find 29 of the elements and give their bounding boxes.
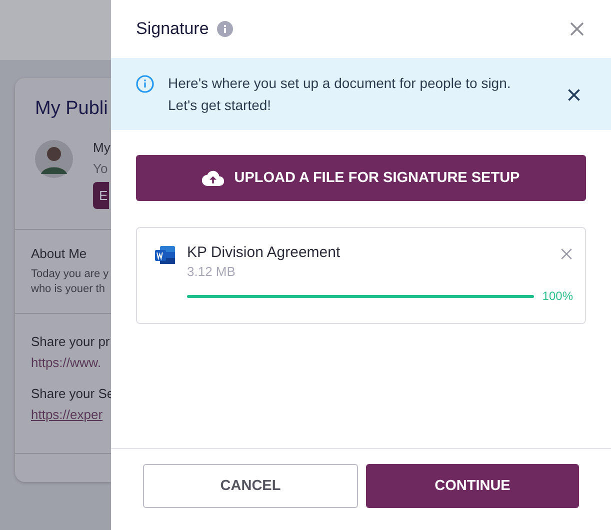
drawer-title: Signature — [136, 19, 209, 39]
cancel-button[interactable]: CANCEL — [143, 464, 358, 508]
share-label: Share your pr — [31, 334, 111, 349]
close-icon — [560, 246, 573, 262]
about-text: Today you are y — [31, 267, 110, 282]
progress-percent: 100% — [542, 289, 573, 303]
banner-text: Here's where you set up a document for people to sign. Let's get started! — [168, 74, 512, 115]
dismiss-button[interactable] — [567, 87, 581, 101]
info-icon — [136, 75, 154, 93]
share-link[interactable]: https://exper — [31, 407, 111, 422]
share-link[interactable]: https://www. — [31, 355, 111, 370]
cloud-upload-icon — [202, 170, 224, 186]
about-text: who is youer th — [31, 282, 106, 297]
avatar — [35, 140, 73, 178]
info-icon[interactable] — [216, 21, 233, 37]
about-heading: About Me — [31, 246, 88, 261]
close-icon — [569, 21, 585, 37]
profile-subtitle: Yo — [93, 161, 109, 176]
continue-button[interactable]: CONTINUE — [366, 464, 579, 508]
close-icon — [567, 87, 581, 103]
profile-name: My — [93, 140, 110, 155]
close-button[interactable] — [569, 21, 585, 37]
file-name: KP Division Agreement — [187, 244, 340, 261]
profile-button[interactable]: E — [93, 182, 109, 209]
upload-button[interactable]: UPLOAD A FILE FOR SIGNATURE SETUP — [136, 155, 586, 201]
file-size: 3.12 MB — [187, 264, 236, 279]
remove-file-button[interactable] — [560, 246, 573, 259]
word-document-icon — [155, 246, 175, 264]
card-title: My Publi — [34, 97, 109, 120]
